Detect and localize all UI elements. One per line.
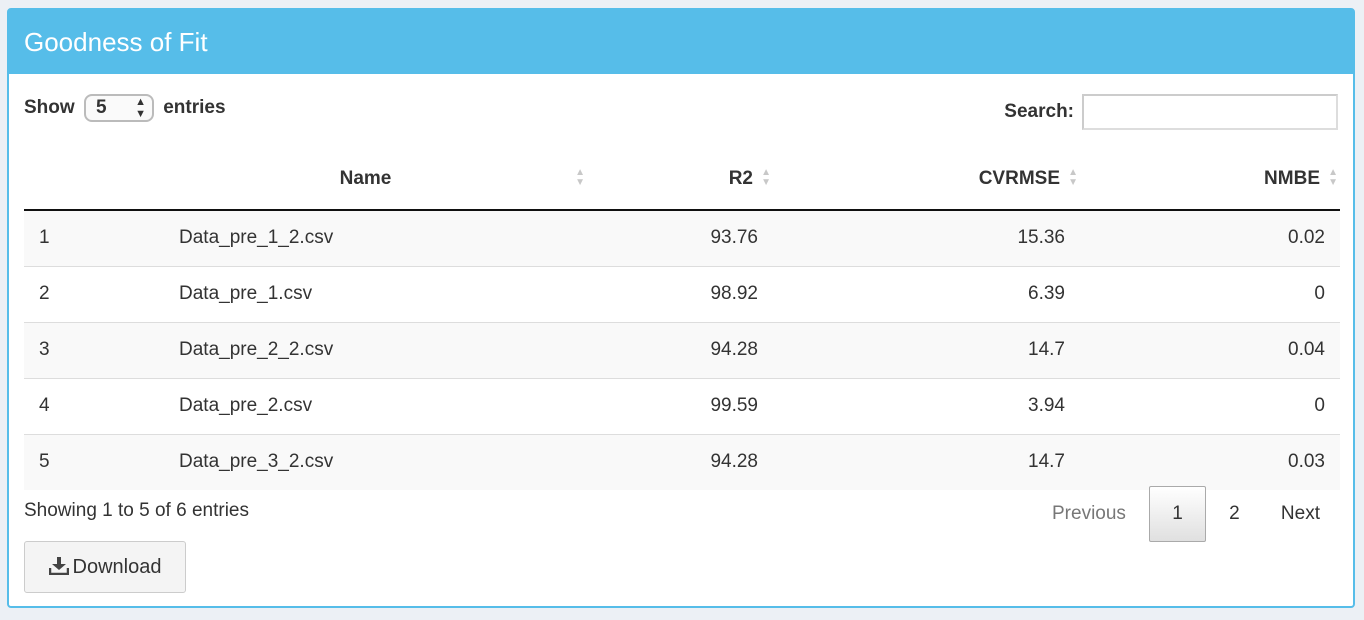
- sort-icon: ▲ ▼: [1328, 167, 1338, 188]
- goodness-of-fit-box: Goodness of Fit Show 5 ▲ ▼ entries Search…: [7, 8, 1355, 608]
- cell-r2: 93.76: [710, 227, 758, 249]
- search-input[interactable]: [1082, 94, 1338, 130]
- length-control: Show 5 ▲ ▼ entries: [24, 94, 226, 122]
- sort-icon: ▲ ▼: [761, 167, 771, 188]
- show-label: Show: [24, 97, 75, 119]
- cell-r2: 94.28: [587, 433, 773, 490]
- cell-name: Data_pre_1_2.csv: [179, 227, 334, 249]
- cell-nmbe: 0.03: [1080, 433, 1340, 490]
- cell-cvrmse: 14.7: [773, 321, 1080, 378]
- search-control: Search:: [1004, 94, 1338, 130]
- next-button[interactable]: Next: [1263, 487, 1338, 541]
- cell-name: Data_pre_2.csv: [164, 377, 587, 434]
- column-header-r2[interactable]: R2 ▲ ▼: [587, 148, 773, 211]
- table-row: 2 Data_pre_1.csv 98.92 6.39 0: [24, 265, 1340, 322]
- cell-nmbe: 0.02: [1288, 227, 1325, 249]
- cell-cvrmse: 3.94: [773, 377, 1080, 434]
- cell-nmbe: 0.04: [1080, 321, 1340, 378]
- cell-name: Data_pre_2_2.csv: [164, 321, 587, 378]
- cell-name: Data_pre_1.csv: [164, 265, 587, 322]
- table-row: 3 Data_pre_2_2.csv 94.28 14.7 0.04: [24, 321, 1340, 378]
- table-info: Showing 1 to 5 of 6 entries: [24, 500, 249, 521]
- search-label: Search:: [1004, 101, 1074, 122]
- table-row: 5 Data_pre_3_2.csv 94.28 14.7 0.03: [24, 433, 1340, 490]
- cell-index: 5: [24, 433, 164, 490]
- table-controls: Show 5 ▲ ▼ entries Search:: [24, 94, 1338, 134]
- entries-select[interactable]: 5 ▲ ▼: [83, 94, 154, 122]
- cell-r2: 94.28: [587, 321, 773, 378]
- table-row: 1 Data_pre_1_2.csv 93.76 15.36 0.02: [24, 210, 1340, 266]
- cell-index: 4: [24, 377, 164, 434]
- sort-icon: ▲ ▼: [575, 167, 585, 188]
- box-title: Goodness of Fit: [9, 10, 1353, 74]
- sort-icon: ▲ ▼: [1068, 167, 1078, 188]
- page-2-button[interactable]: 2: [1211, 487, 1258, 541]
- cell-nmbe: 0: [1080, 377, 1340, 434]
- cell-name: Data_pre_3_2.csv: [164, 433, 587, 490]
- cell-r2: 98.92: [587, 265, 773, 322]
- download-label: Download: [72, 556, 162, 578]
- pagination: Previous 1 2 Next: [1034, 486, 1338, 542]
- table-row: 4 Data_pre_2.csv 99.59 3.94 0: [24, 377, 1340, 434]
- goodness-of-fit-table: Name ▲ ▼ R2 ▲ ▼ CVRMSE ▲ ▼ NMBE ▲ ▼ 1 Data_pre_1…: [24, 148, 1340, 490]
- entries-label: entries: [163, 97, 226, 119]
- cell-index: 3: [24, 321, 164, 378]
- entries-select-value: 5: [95, 97, 107, 118]
- cell-index: 1: [39, 227, 50, 249]
- column-header-index[interactable]: [24, 148, 164, 211]
- cell-cvrmse: 6.39: [773, 265, 1080, 322]
- previous-button[interactable]: Previous: [1034, 487, 1144, 541]
- column-header-name[interactable]: Name ▲ ▼: [164, 148, 587, 211]
- download-icon: [48, 557, 69, 576]
- column-header-nmbe[interactable]: NMBE ▲ ▼: [1080, 148, 1340, 211]
- page-1-button[interactable]: 1: [1149, 486, 1206, 542]
- download-button[interactable]: Download: [24, 541, 186, 593]
- cell-index: 2: [24, 265, 164, 322]
- cell-r2: 99.59: [587, 377, 773, 434]
- cell-cvrmse: 15.36: [1017, 227, 1065, 249]
- select-arrows-icon: ▲ ▼: [135, 96, 146, 120]
- cell-nmbe: 0: [1080, 265, 1340, 322]
- cell-cvrmse: 14.7: [773, 433, 1080, 490]
- column-header-cvrmse[interactable]: CVRMSE ▲ ▼: [773, 148, 1080, 211]
